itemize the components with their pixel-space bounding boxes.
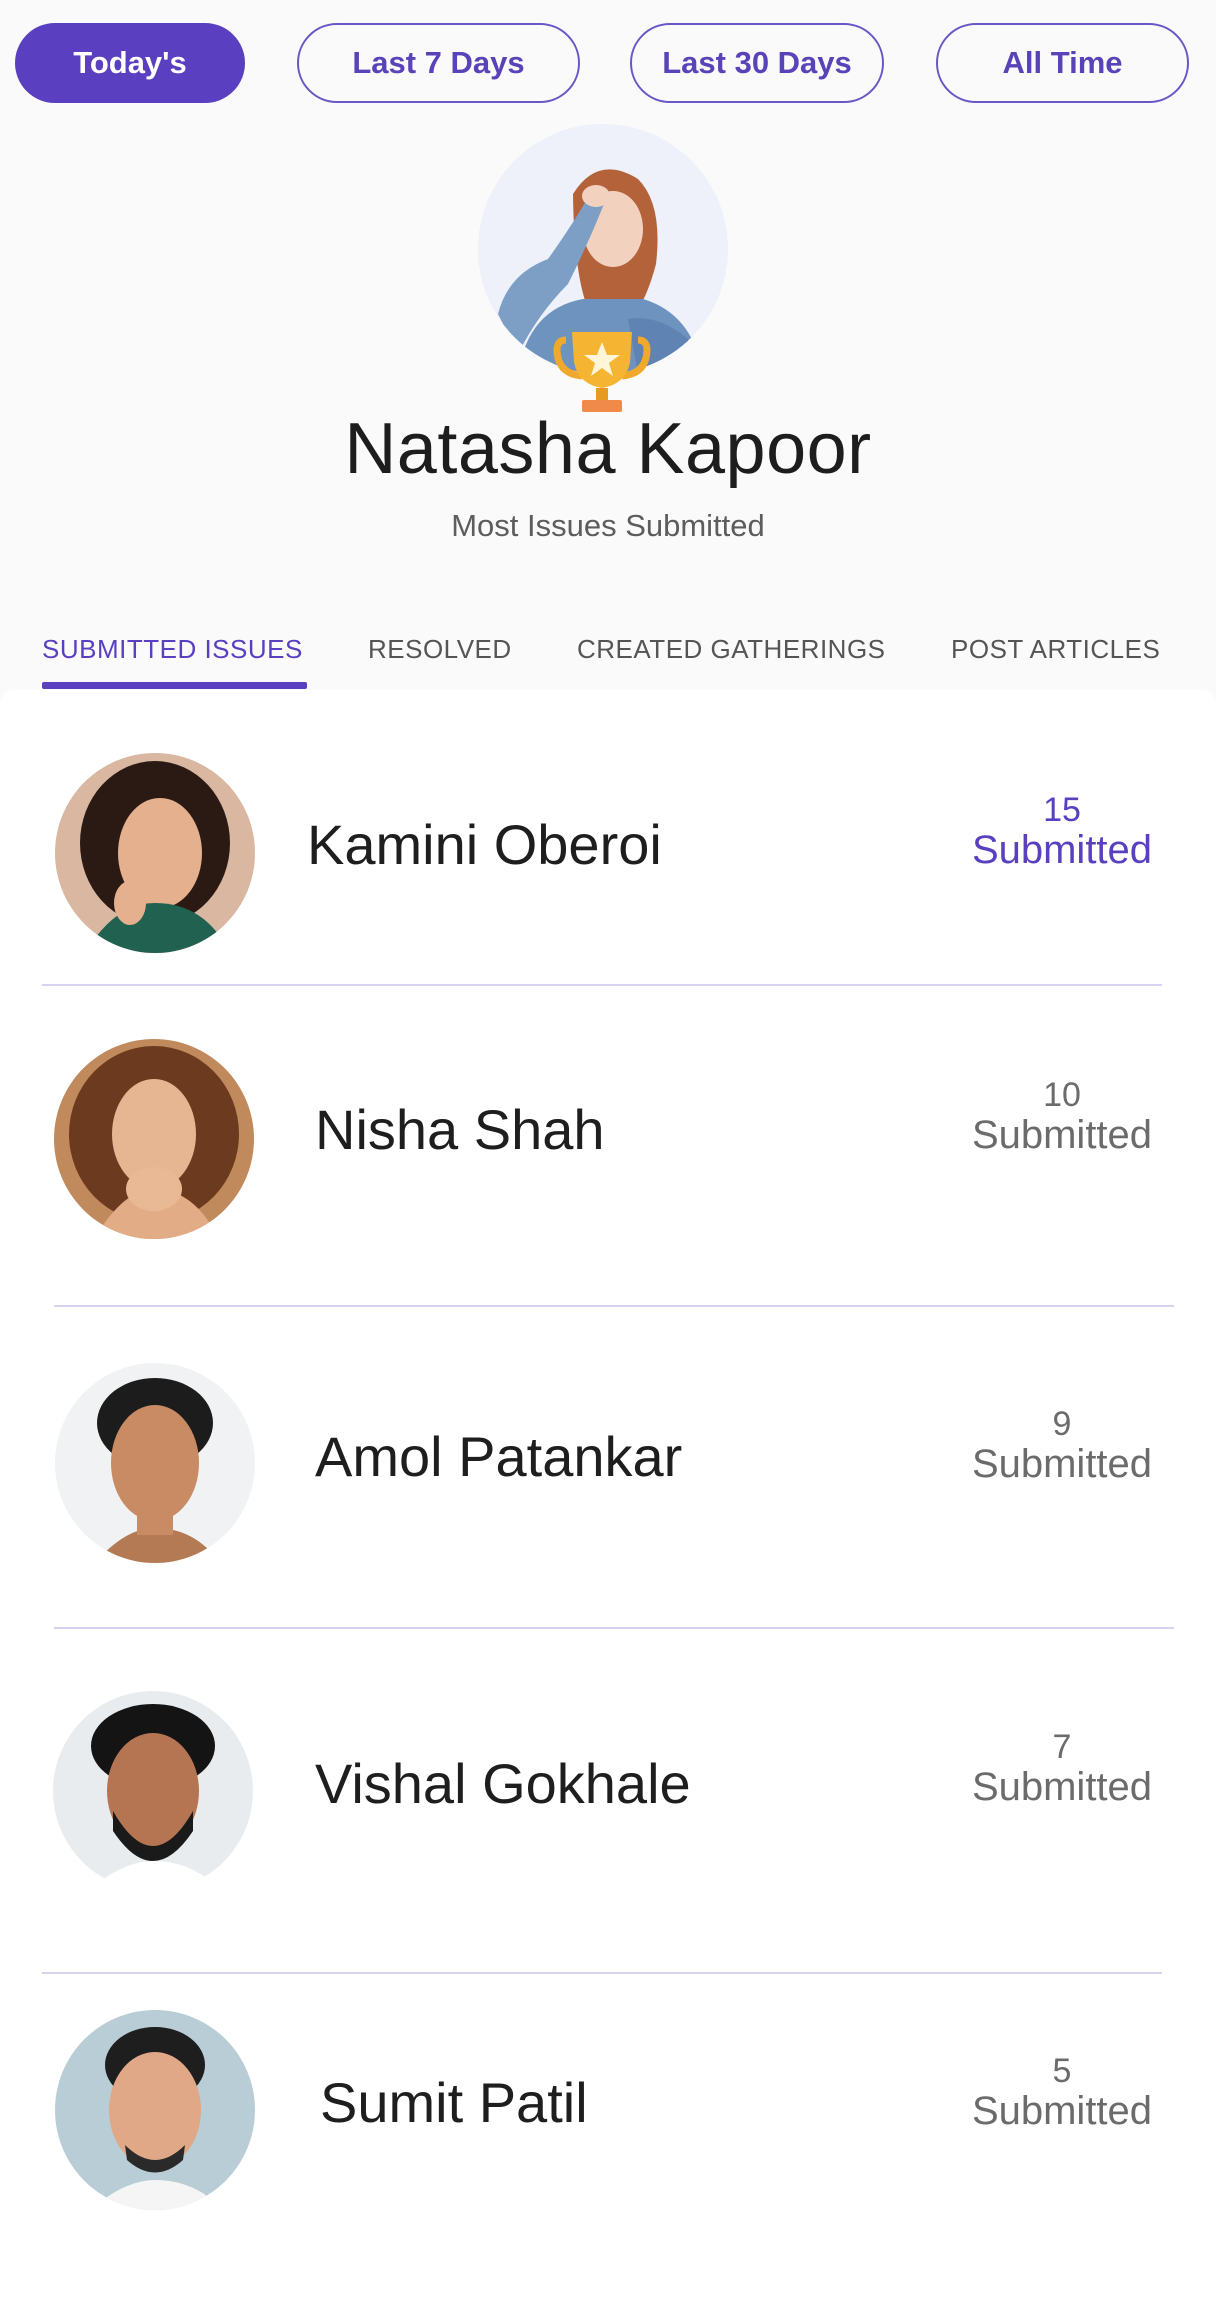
category-tabs: SUBMITTED ISSUES RESOLVED CREATED GATHER… [0,620,1216,690]
avatar [55,753,255,953]
tab-post-articles[interactable]: POST ARTICLES [951,634,1160,665]
submitted-count: 9 Submitted [952,1405,1172,1486]
submitted-count: 5 Submitted [952,2052,1172,2133]
list-item[interactable]: Nisha Shah 10 Submitted [0,986,1216,1307]
list-item[interactable]: Sumit Patil 5 Submitted [0,1974,1216,2294]
time-filter-bar: Today's Last 7 Days Last 30 Days All Tim… [0,0,1216,110]
avatar [54,1039,254,1239]
leaderboard-screen: Today's Last 7 Days Last 30 Days All Tim… [0,0,1216,2306]
person-name: Nisha Shah [315,1098,605,1161]
top-user-name: Natasha Kapoor [344,409,872,489]
submitted-count: 15 Submitted [952,791,1172,872]
count-value: 9 [1052,1405,1072,1443]
tab-submitted-issues[interactable]: SUBMITTED ISSUES [42,634,303,665]
count-label: Submitted [971,1112,1153,1157]
person-name: Kamini Oberoi [307,813,662,876]
person-name: Sumit Patil [320,2071,588,2134]
count-label: Submitted [971,1441,1153,1486]
person-name: Amol Patankar [315,1425,683,1488]
count-label: Submitted [971,827,1153,872]
filter-all-time[interactable]: All Time [936,23,1189,103]
tab-resolved[interactable]: RESOLVED [368,634,512,665]
filter-last-30-days[interactable]: Last 30 Days [630,23,884,103]
leaderboard-list: Kamini Oberoi 15 Submitted Nisha Shah 10… [0,690,1216,2306]
filter-last-7-days[interactable]: Last 7 Days [297,23,580,103]
person-name: Vishal Gokhale [315,1752,691,1815]
list-item[interactable]: Amol Patankar 9 Submitted [0,1307,1216,1629]
filter-today[interactable]: Today's [15,23,245,103]
list-item[interactable]: Kamini Oberoi 15 Submitted [0,690,1216,986]
tab-created-gatherings[interactable]: CREATED GATHERINGS [577,634,886,665]
count-value: 5 [1052,2052,1072,2090]
count-value: 10 [1043,1076,1081,1114]
submitted-count: 10 Submitted [952,1076,1172,1157]
avatar [55,1363,255,1563]
avatar [55,2010,255,2210]
count-value: 15 [1043,791,1081,829]
list-item[interactable]: Vishal Gokhale 7 Submitted [0,1629,1216,1974]
top-user-achievement: Most Issues Submitted [451,508,765,543]
avatar [53,1691,253,1891]
submitted-count: 7 Submitted [952,1728,1172,1809]
active-tab-indicator [42,682,307,689]
count-value: 7 [1052,1728,1072,1766]
count-label: Submitted [971,1764,1153,1809]
count-label: Submitted [971,2088,1153,2133]
trophy-icon [552,322,652,422]
